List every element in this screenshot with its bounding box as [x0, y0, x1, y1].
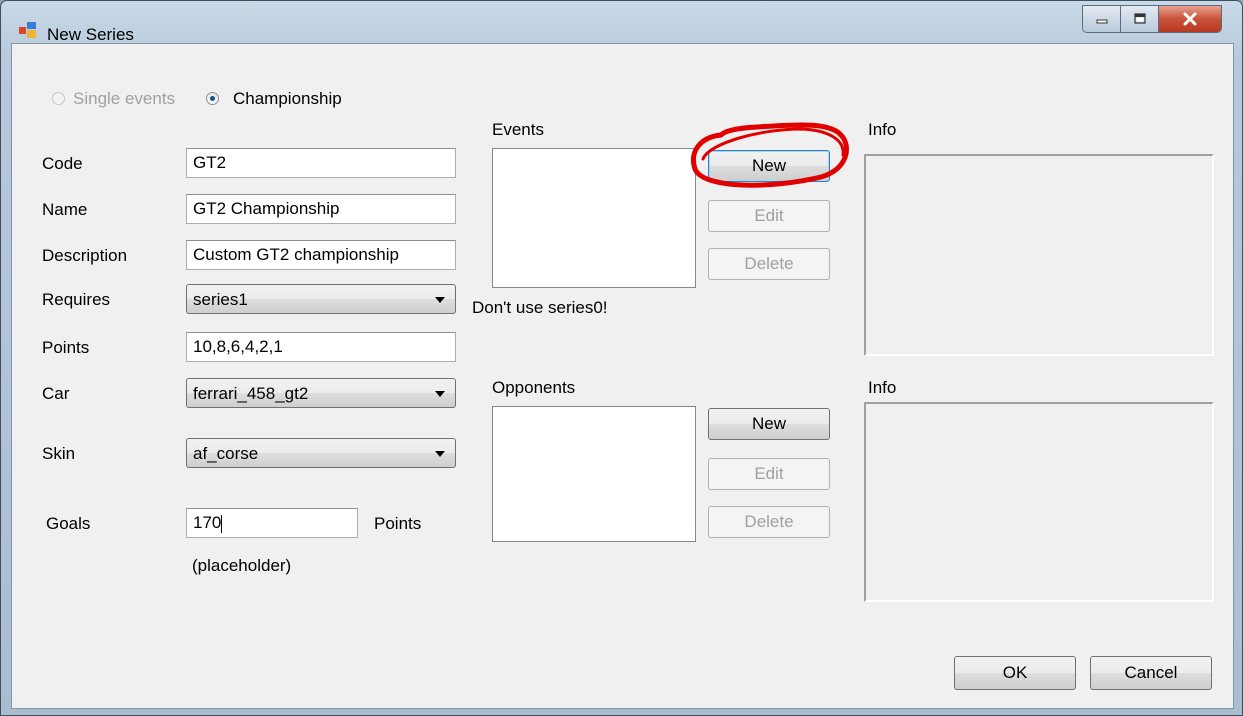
- goals-input[interactable]: 170: [186, 508, 358, 538]
- dialog-client-area: Single events Championship Code Name Des…: [11, 43, 1234, 709]
- opponents-info-label: Info: [868, 378, 897, 397]
- ok-button[interactable]: OK: [954, 656, 1076, 690]
- events-list[interactable]: [492, 148, 696, 288]
- name-label: Name: [42, 200, 88, 219]
- events-warning-text: Don't use series0!: [472, 298, 608, 317]
- name-input[interactable]: GT2 Championship: [186, 194, 456, 224]
- code-label: Code: [42, 154, 83, 173]
- events-label: Events: [492, 120, 544, 139]
- events-new-button[interactable]: New: [708, 150, 830, 182]
- opponents-delete-button[interactable]: Delete: [708, 506, 830, 538]
- app-icon: [19, 22, 36, 38]
- opponents-edit-button[interactable]: Edit: [708, 458, 830, 490]
- car-select-value: ferrari_458_gt2: [193, 384, 309, 403]
- minimize-icon[interactable]: [1083, 6, 1121, 32]
- maximize-icon[interactable]: [1121, 6, 1159, 32]
- points-label: Points: [42, 338, 90, 357]
- goals-placeholder-note: (placeholder): [192, 556, 292, 575]
- single-events-label: Single events: [73, 89, 176, 108]
- skin-select[interactable]: af_corse: [186, 438, 456, 468]
- goals-label: Goals: [46, 514, 91, 533]
- code-input[interactable]: GT2: [186, 148, 456, 178]
- chevron-down-icon: [435, 391, 445, 397]
- championship-radio[interactable]: [206, 92, 219, 105]
- description-input[interactable]: Custom GT2 championship: [186, 240, 456, 270]
- new-series-window: New Series Single events Championship Co…: [0, 0, 1243, 716]
- events-delete-button[interactable]: Delete: [708, 248, 830, 280]
- events-info-panel: [864, 154, 1214, 356]
- goals-input-value: 170: [193, 513, 222, 532]
- caption-buttons: [1082, 5, 1222, 33]
- championship-label: Championship: [233, 89, 342, 108]
- points-input[interactable]: 10,8,6,4,2,1: [186, 332, 456, 362]
- opponents-list[interactable]: [492, 406, 696, 542]
- goals-unit-label: Points: [374, 514, 422, 533]
- opponents-info-panel: [864, 402, 1214, 602]
- chevron-down-icon: [435, 297, 445, 303]
- opponents-new-button[interactable]: New: [708, 408, 830, 440]
- opponents-label: Opponents: [492, 378, 576, 397]
- close-icon[interactable]: [1159, 6, 1221, 32]
- requires-label: Requires: [42, 290, 111, 309]
- requires-select[interactable]: series1: [186, 284, 456, 314]
- car-select[interactable]: ferrari_458_gt2: [186, 378, 456, 408]
- window-title: New Series: [47, 25, 134, 44]
- single-events-radio[interactable]: [52, 92, 65, 105]
- skin-label: Skin: [42, 444, 76, 463]
- title-bar[interactable]: New Series: [1, 1, 1242, 44]
- text-caret: [221, 514, 223, 533]
- description-label: Description: [42, 246, 128, 265]
- car-label: Car: [42, 384, 70, 403]
- chevron-down-icon: [435, 451, 445, 457]
- events-info-label: Info: [868, 120, 897, 139]
- skin-select-value: af_corse: [193, 444, 259, 463]
- requires-select-value: series1: [193, 290, 248, 309]
- cancel-button[interactable]: Cancel: [1090, 656, 1212, 690]
- events-edit-button[interactable]: Edit: [708, 200, 830, 232]
